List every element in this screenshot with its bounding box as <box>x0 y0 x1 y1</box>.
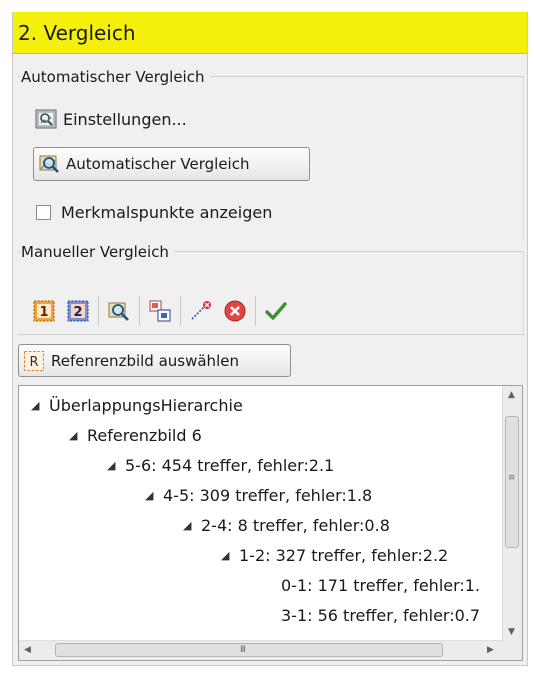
toolbar-separator <box>255 296 256 326</box>
scroll-down-arrow-icon[interactable]: ▼ <box>508 627 515 637</box>
toolbar-separator <box>180 296 181 326</box>
tree-node[interactable]: 0-1: 171 treffer, fehler:1. <box>281 571 480 601</box>
region-select-icon[interactable] <box>146 297 174 325</box>
cancel-icon[interactable] <box>221 297 249 325</box>
horizontal-scrollbar[interactable]: ◀ III ▶ <box>19 640 503 660</box>
auto-compare-label: Automatischer Vergleich <box>66 155 250 173</box>
magnifier-image-icon <box>38 153 60 175</box>
vertical-scroll-thumb[interactable]: ≡ <box>505 416 519 548</box>
tree-node[interactable]: ◢ ÜberlappungsHierarchie <box>31 391 243 421</box>
expanded-arrow-icon[interactable]: ◢ <box>107 451 125 481</box>
tree-node[interactable]: ◢ 1-2: 327 treffer, fehler:2.2 <box>221 541 448 571</box>
svg-text:2: 2 <box>73 305 82 320</box>
expanded-arrow-icon[interactable]: ◢ <box>31 391 49 421</box>
show-features-label: Merkmalspunkte anzeigen <box>61 202 273 222</box>
svg-text:R: R <box>29 355 38 370</box>
vertical-grip-icon: ≡ <box>508 473 515 483</box>
expanded-arrow-icon[interactable]: ◢ <box>221 541 239 571</box>
delete-point-icon[interactable] <box>187 297 215 325</box>
comparison-panel: 2. Vergleich Automatischer Vergleich Ein… <box>12 12 528 666</box>
image-1-icon[interactable]: 1 <box>30 297 58 325</box>
checkmark-icon[interactable] <box>262 297 290 325</box>
tree-node[interactable]: ◢ 2-4: 8 treffer, fehler:0.8 <box>183 511 390 541</box>
tree-node-label: 0-1: 171 treffer, fehler:1. <box>281 576 481 595</box>
auto-compare-group-label: Automatischer Vergleich <box>21 68 211 86</box>
expanded-arrow-icon[interactable]: ◢ <box>183 511 201 541</box>
show-features-checkbox[interactable] <box>36 204 51 220</box>
scroll-left-arrow-icon[interactable]: ◀ <box>24 645 31 655</box>
scroll-right-arrow-icon[interactable]: ▶ <box>487 645 494 655</box>
expanded-arrow-icon[interactable]: ◢ <box>69 421 87 451</box>
scrollbar-corner <box>503 641 522 660</box>
tree-node-label: 2-4: 8 treffer, fehler:0.8 <box>201 516 390 535</box>
select-reference-label: Refenrenzbild auswählen <box>51 351 239 370</box>
manual-toolbar: 1 2 <box>30 295 296 327</box>
tree-node[interactable]: ◢ 4-5: 309 treffer, fehler:1.8 <box>145 481 372 511</box>
show-features-checkbox-row[interactable]: Merkmalspunkte anzeigen <box>36 200 272 224</box>
manual-compare-group-label: Manueller Vergleich <box>21 243 175 261</box>
tree-node-label: 1-2: 327 treffer, fehler:2.2 <box>239 546 449 565</box>
scroll-up-arrow-icon[interactable]: ▲ <box>508 390 515 400</box>
auto-compare-group: Automatischer Vergleich Einstellungen... <box>18 68 524 240</box>
toolbar-separator <box>98 296 99 326</box>
horizontal-scroll-thumb[interactable]: III <box>55 643 443 657</box>
overlap-hierarchy-tree[interactable]: ◢ ÜberlappungsHierarchie ◢ Referenzbild … <box>18 385 523 661</box>
settings-button[interactable]: Einstellungen... <box>35 105 187 133</box>
auto-compare-button[interactable]: Automatischer Vergleich <box>33 147 310 181</box>
tree-node-label: 4-5: 309 treffer, fehler:1.8 <box>163 486 373 505</box>
reference-image-icon: R <box>23 350 45 372</box>
expanded-arrow-icon[interactable]: ◢ <box>145 481 163 511</box>
vertical-scrollbar[interactable]: ▲ ≡ ▼ <box>502 386 522 641</box>
tree-node-label: Referenzbild 6 <box>87 426 202 445</box>
svg-text:1: 1 <box>39 305 48 320</box>
image-2-icon[interactable]: 2 <box>64 297 92 325</box>
magnifier-compare-icon[interactable] <box>105 297 133 325</box>
tree-node-label: ÜberlappungsHierarchie <box>49 396 243 415</box>
select-reference-button[interactable]: R Refenrenzbild auswählen <box>18 344 291 377</box>
horizontal-grip-icon: III <box>240 645 246 655</box>
tree-node[interactable]: ◢ Referenzbild 6 <box>69 421 202 451</box>
settings-label: Einstellungen... <box>63 109 187 129</box>
tree-node-label: 5-6: 454 treffer, fehler:2.1 <box>125 456 335 475</box>
tree-node-label: 3-1: 56 treffer, fehler:0.7 <box>281 606 481 625</box>
tree-node[interactable]: ◢ 5-6: 454 treffer, fehler:2.1 <box>107 451 334 481</box>
section-header[interactable]: 2. Vergleich <box>13 12 527 54</box>
toolbar-separator <box>139 296 140 326</box>
settings-icon <box>35 108 57 130</box>
tree-node[interactable]: 3-1: 56 treffer, fehler:0.7 <box>281 601 480 631</box>
section-title: 2. Vergleich <box>18 21 136 45</box>
